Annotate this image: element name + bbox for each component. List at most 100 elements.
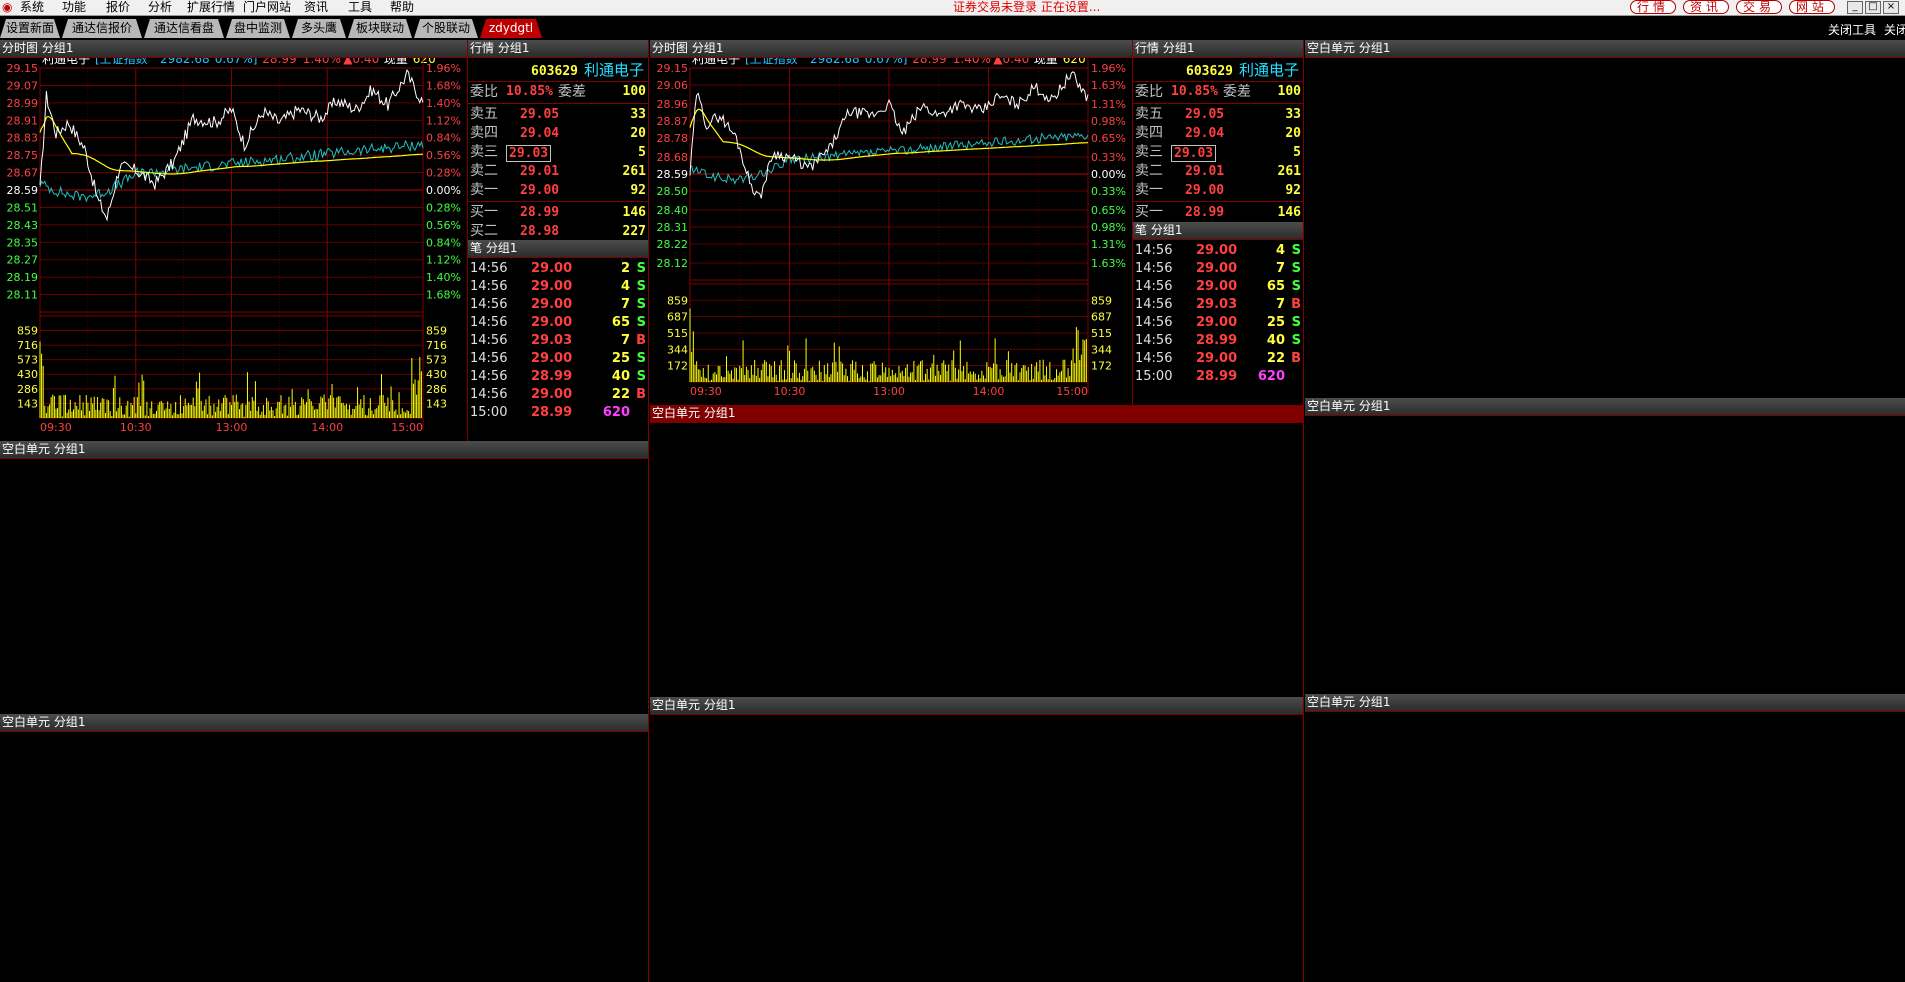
app-logo-icon[interactable]: ◉	[2, 0, 12, 15]
ask-price: 29.01	[520, 164, 560, 179]
tick-price: 29.00	[531, 279, 573, 294]
bid-row: 买一 28.99 146	[468, 203, 648, 222]
menu-item-quote[interactable]: 报价	[106, 0, 130, 15]
volume-tick-label: 344	[1091, 343, 1112, 356]
blank-cell-header[interactable]: 空白单元 分组1	[0, 714, 648, 732]
chart-index-value: 2982.68	[160, 58, 210, 66]
tick-volume: 4	[620, 279, 630, 294]
bid-volume: 227	[622, 224, 646, 239]
chart-vol-label: 现量	[1034, 58, 1058, 66]
volume-tick-label: 859	[426, 325, 447, 338]
chart-vol: 620	[1063, 58, 1086, 66]
ask-volume: 20	[630, 126, 646, 141]
menu-item-portal[interactable]: 门户网站	[243, 0, 291, 15]
intraday-chart[interactable]: 利通电子 [上证指数 2982.68 0.67%] 28.99 1.40% ▲0.40 现量 6…	[0, 58, 467, 442]
trade-button[interactable]: 交易	[1736, 0, 1782, 14]
weibi-value: 10.85%	[506, 84, 553, 99]
pct-tick-label: 0.00%	[426, 184, 461, 197]
time-axis-label: 10:30	[120, 421, 152, 434]
menu-item-function[interactable]: 功能	[62, 0, 86, 15]
volume-tick-label: 286	[426, 383, 447, 396]
tick-time: 14:56	[470, 261, 508, 276]
tick-row: 14:56 29.00 22 B	[468, 386, 648, 404]
pct-tick-label: 1.96%	[426, 62, 461, 75]
blank-cell-header[interactable]: 空白单元 分组1	[1305, 694, 1905, 712]
ask-price: 29.03	[1171, 145, 1217, 162]
quote-panel-header[interactable]: 行情 分组1	[468, 40, 648, 58]
close-tool-button[interactable]: 关闭工具	[1828, 21, 1876, 38]
minimize-icon[interactable]: _	[1847, 1, 1863, 14]
ticks-panel-header[interactable]: 笔 分组1	[1133, 222, 1303, 240]
ask-price: 29.00	[520, 183, 560, 198]
blank-cell-header[interactable]: 空白单元 分组1	[650, 697, 1303, 715]
bid-price: 28.98	[520, 224, 560, 239]
quote-button[interactable]: 行情	[1630, 0, 1676, 14]
tab-stock-link[interactable]: 个股联动	[414, 19, 478, 38]
tick-price: 29.03	[531, 333, 573, 348]
tick-price: 29.00	[1196, 279, 1238, 294]
tick-volume: 22	[1266, 351, 1285, 366]
ask-label: 卖四	[470, 125, 498, 141]
price-tick-label: 28.22	[657, 238, 689, 251]
close-button[interactable]: 关闭	[1884, 21, 1905, 38]
website-button[interactable]: 网站	[1789, 0, 1835, 14]
tab-bull-eagle[interactable]: 多头鹰	[292, 19, 346, 38]
chart-index-label: [上证指数	[95, 58, 148, 66]
menu-item-tools[interactable]: 工具	[348, 0, 372, 15]
chart-price: 28.99	[262, 58, 296, 66]
volume-tick-label: 286	[17, 383, 38, 396]
close-window-icon[interactable]: ×	[1883, 1, 1899, 14]
chart-index-value: 2982.68	[810, 58, 860, 66]
tick-row: 14:56 29.00 7 S	[1133, 260, 1303, 278]
menu-item-system[interactable]: 系统	[20, 0, 44, 15]
divider	[1133, 201, 1303, 202]
intraday-chart[interactable]: 利通电子 [上证指数 2982.68 0.67%] 28.99 1.40% ▲0.40 现量 6…	[650, 58, 1132, 406]
blank-cell-header[interactable]: 空白单元 分组1	[1305, 398, 1905, 416]
menu-item-analysis[interactable]: 分析	[148, 0, 172, 15]
news-button[interactable]: 资讯	[1683, 0, 1729, 14]
tick-flag: B	[1291, 297, 1301, 312]
tab-tdx-watch[interactable]: 通达信看盘	[144, 19, 224, 38]
chart-panel-header[interactable]: 分时图 分组1	[650, 40, 1132, 58]
tab-zdydgtl[interactable]: zdydgtl	[480, 19, 542, 38]
weicha-label: 委差	[1223, 84, 1251, 100]
tick-flag: S	[1291, 279, 1301, 294]
tab-settings[interactable]: 设置新面	[0, 19, 60, 38]
maximize-icon[interactable]: □	[1865, 1, 1881, 14]
tick-row: 14:56 29.00 4 S	[1133, 242, 1303, 260]
blank-cell-header-active[interactable]: 空白单元 分组1	[650, 405, 1303, 423]
weibi-row: 委比 10.85% 委差 100	[1133, 82, 1303, 102]
menu-item-extended[interactable]: 扩展行情	[187, 0, 235, 15]
weibi-label: 委比	[470, 84, 498, 100]
tick-price: 29.00	[531, 261, 573, 276]
pct-tick-label: 1.96%	[1091, 62, 1126, 75]
ask-volume: 261	[622, 164, 646, 179]
ask-row: 卖一 29.00 92	[468, 181, 648, 200]
blank-cell-header[interactable]: 空白单元 分组1	[1305, 40, 1905, 58]
price-tick-label: 28.59	[657, 168, 689, 181]
tick-time: 14:56	[1135, 297, 1173, 312]
tick-price: 29.00	[531, 297, 573, 312]
quote-panel-header[interactable]: 行情 分组1	[1133, 40, 1303, 58]
ask-row: 卖一 29.00 92	[1133, 181, 1303, 200]
tick-row: 15:00 28.99 620	[468, 404, 648, 422]
tab-tdx-quote[interactable]: 通达信报价	[62, 19, 142, 38]
tick-time: 14:56	[1135, 315, 1173, 330]
chart-panel-header[interactable]: 分时图 分组1	[0, 40, 467, 58]
ticks-panel-header[interactable]: 笔 分组1	[468, 240, 648, 258]
menu-item-news[interactable]: 资讯	[304, 0, 328, 15]
weicha-value: 100	[1277, 84, 1301, 99]
pct-tick-label: 0.65%	[1091, 204, 1126, 217]
ask-volume: 33	[630, 107, 646, 122]
bid-price: 28.99	[1185, 205, 1225, 220]
pct-tick-label: 1.40%	[426, 271, 461, 284]
tab-monitor[interactable]: 盘中监测	[226, 19, 290, 38]
tab-sector-link[interactable]: 板块联动	[348, 19, 412, 38]
price-tick-label: 29.07	[7, 79, 39, 92]
tick-time: 14:56	[470, 297, 508, 312]
tick-flag: S	[636, 261, 646, 276]
menu-item-help[interactable]: 帮助	[390, 0, 414, 15]
chart-index-pct: 0.67%]	[865, 58, 908, 66]
pct-tick-label: 0.56%	[426, 149, 461, 162]
blank-cell-header[interactable]: 空白单元 分组1	[0, 441, 648, 459]
